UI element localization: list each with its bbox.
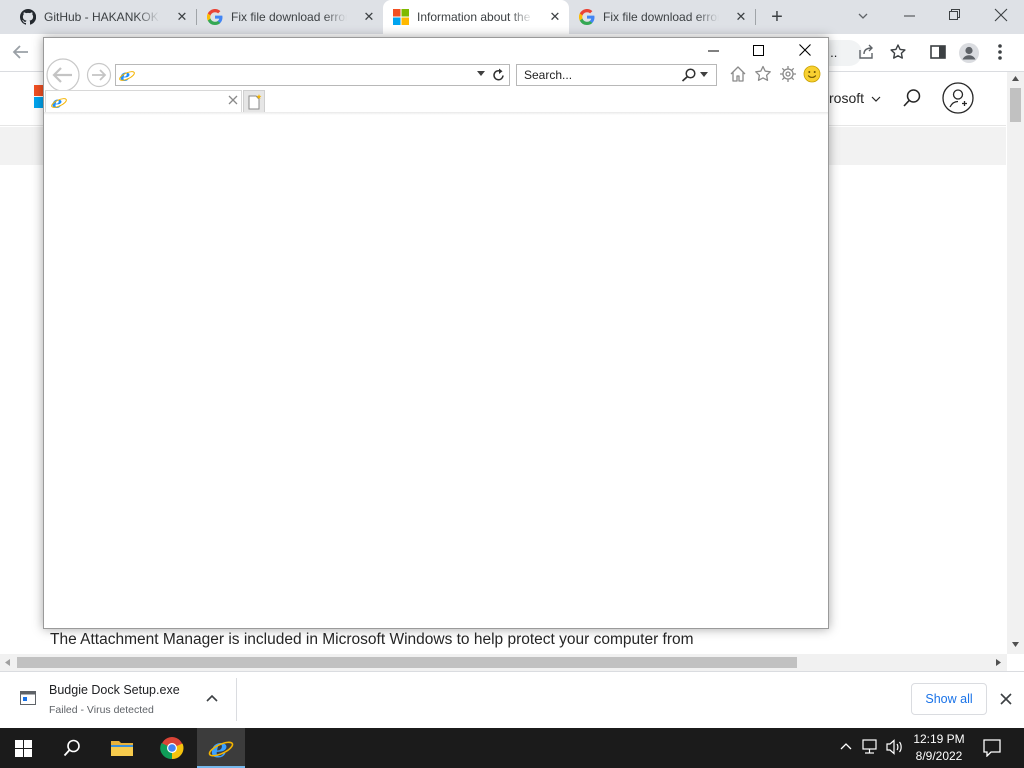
site-search-icon[interactable] xyxy=(902,88,922,108)
chrome-tab-1[interactable]: GitHub - HAKANKOKCU/Budgie ✕ xyxy=(0,0,196,34)
microsoft-icon xyxy=(393,9,409,25)
clock-date: 8/9/2022 xyxy=(915,749,963,763)
ie-address-dropdown-icon[interactable] xyxy=(477,71,485,77)
side-panel-icon[interactable] xyxy=(930,45,946,59)
close-downloads-bar-icon[interactable] xyxy=(999,692,1013,706)
ie-tab[interactable]: e xyxy=(45,90,242,113)
tab-divider xyxy=(755,9,756,25)
downloads-bar xyxy=(0,671,1024,728)
internet-explorer-window xyxy=(43,37,829,629)
show-hidden-icons-chevron-icon[interactable] xyxy=(840,742,852,750)
ie-favorites-star-icon[interactable] xyxy=(754,65,772,83)
profile-avatar-icon[interactable] xyxy=(958,42,980,64)
ie-search-placeholder: Search... xyxy=(524,68,573,82)
ie-search-box[interactable]: Search... xyxy=(516,64,717,86)
github-icon xyxy=(20,9,36,25)
ie-taskbar-button[interactable]: e xyxy=(197,728,245,768)
chevron-down-icon xyxy=(871,95,881,103)
tab-search-chevron-icon[interactable] xyxy=(856,9,870,23)
ie-address-bar[interactable]: e xyxy=(115,64,510,86)
article-paragraph: The Attachment Manager is included in Mi… xyxy=(50,631,694,648)
ie-page-icon: e xyxy=(119,67,135,83)
chrome-tab-title: Information about the Attachment Manager xyxy=(417,10,533,24)
vertical-scrollbar[interactable] xyxy=(1007,72,1024,654)
file-type-icon xyxy=(20,691,36,705)
windows-start-icon[interactable] xyxy=(15,740,32,757)
chrome-tab-4[interactable]: Fix file download errors ✕ xyxy=(569,0,755,34)
close-tab-icon[interactable]: ✕ xyxy=(174,9,190,25)
close-tab-icon[interactable]: ✕ xyxy=(733,9,749,25)
taskbar-search-icon[interactable] xyxy=(63,739,81,757)
ie-tab-row-divider xyxy=(44,112,828,115)
horizontal-scroll-thumb[interactable] xyxy=(17,657,797,668)
download-file-name[interactable]: Budgie Dock Setup.exe xyxy=(49,683,180,697)
scroll-up-arrow-icon[interactable] xyxy=(1012,76,1019,81)
ie-back-button-icon[interactable] xyxy=(45,57,83,93)
share-icon[interactable] xyxy=(858,44,874,60)
show-all-downloads-button[interactable]: Show all xyxy=(911,683,987,715)
google-icon xyxy=(579,9,595,25)
ie-minimize-icon[interactable] xyxy=(708,50,720,53)
network-icon[interactable] xyxy=(862,739,880,755)
ie-tools-gear-icon[interactable] xyxy=(779,65,797,83)
file-explorer-icon[interactable] xyxy=(110,738,134,758)
action-center-notification-icon[interactable] xyxy=(983,739,1001,757)
bookmark-star-icon[interactable] xyxy=(889,43,907,61)
ie-new-tab-button[interactable] xyxy=(243,90,265,113)
scroll-left-arrow-icon[interactable] xyxy=(5,659,10,666)
scroll-right-arrow-icon[interactable] xyxy=(996,659,1001,666)
download-options-chevron-icon[interactable] xyxy=(206,694,218,704)
chrome-tab-2[interactable]: Fix file download errors ✕ xyxy=(197,0,383,34)
close-window-icon[interactable] xyxy=(994,8,1008,22)
chrome-menu-icon[interactable] xyxy=(997,43,1003,61)
clock-time: 12:19 PM xyxy=(913,732,965,746)
vertical-scroll-thumb[interactable] xyxy=(1010,88,1021,122)
new-tab-page-icon xyxy=(248,94,262,110)
chrome-tab-title: GitHub - HAKANKOKCU/Budgie xyxy=(44,10,160,24)
ie-close-tab-icon[interactable] xyxy=(228,95,238,105)
download-status: Failed - Virus detected xyxy=(49,704,154,716)
ie-close-icon[interactable] xyxy=(799,44,811,56)
horizontal-scrollbar[interactable] xyxy=(0,654,1007,671)
chrome-taskbar-icon[interactable] xyxy=(160,736,184,760)
ie-maximize-icon[interactable] xyxy=(753,45,764,56)
sign-in-account-icon[interactable] xyxy=(942,82,974,114)
ie-forward-button-icon[interactable] xyxy=(86,62,112,88)
chrome-tab-3-active[interactable]: Information about the Attachment Manager… xyxy=(383,0,569,34)
restore-window-icon[interactable] xyxy=(949,9,961,21)
all-microsoft-menu[interactable]: rosoft xyxy=(829,90,881,106)
close-tab-icon[interactable]: ✕ xyxy=(361,9,377,25)
back-arrow-icon[interactable] xyxy=(12,44,30,60)
download-item-divider xyxy=(236,678,237,721)
all-microsoft-label: rosoft xyxy=(829,90,865,106)
chrome-tab-title: Fix file download errors xyxy=(603,10,719,24)
scroll-down-arrow-icon[interactable] xyxy=(1012,642,1019,647)
chrome-tab-title: Fix file download errors xyxy=(231,10,347,24)
ie-search-icon[interactable] xyxy=(681,68,697,82)
new-tab-button[interactable]: + xyxy=(766,6,788,28)
ie-refresh-icon[interactable] xyxy=(492,68,505,82)
ie-tab-favicon-icon: e xyxy=(51,94,67,110)
google-icon xyxy=(207,9,223,25)
system-clock[interactable]: 12:19 PM 8/9/2022 xyxy=(902,731,976,765)
internet-explorer-taskbar-icon: e xyxy=(208,735,234,761)
ie-feedback-smiley-icon[interactable] xyxy=(803,65,821,83)
ie-search-dropdown-icon[interactable] xyxy=(700,72,708,78)
close-tab-icon[interactable]: ✕ xyxy=(547,9,563,25)
ie-home-icon[interactable] xyxy=(729,65,747,83)
minimize-window-icon[interactable] xyxy=(904,9,916,23)
